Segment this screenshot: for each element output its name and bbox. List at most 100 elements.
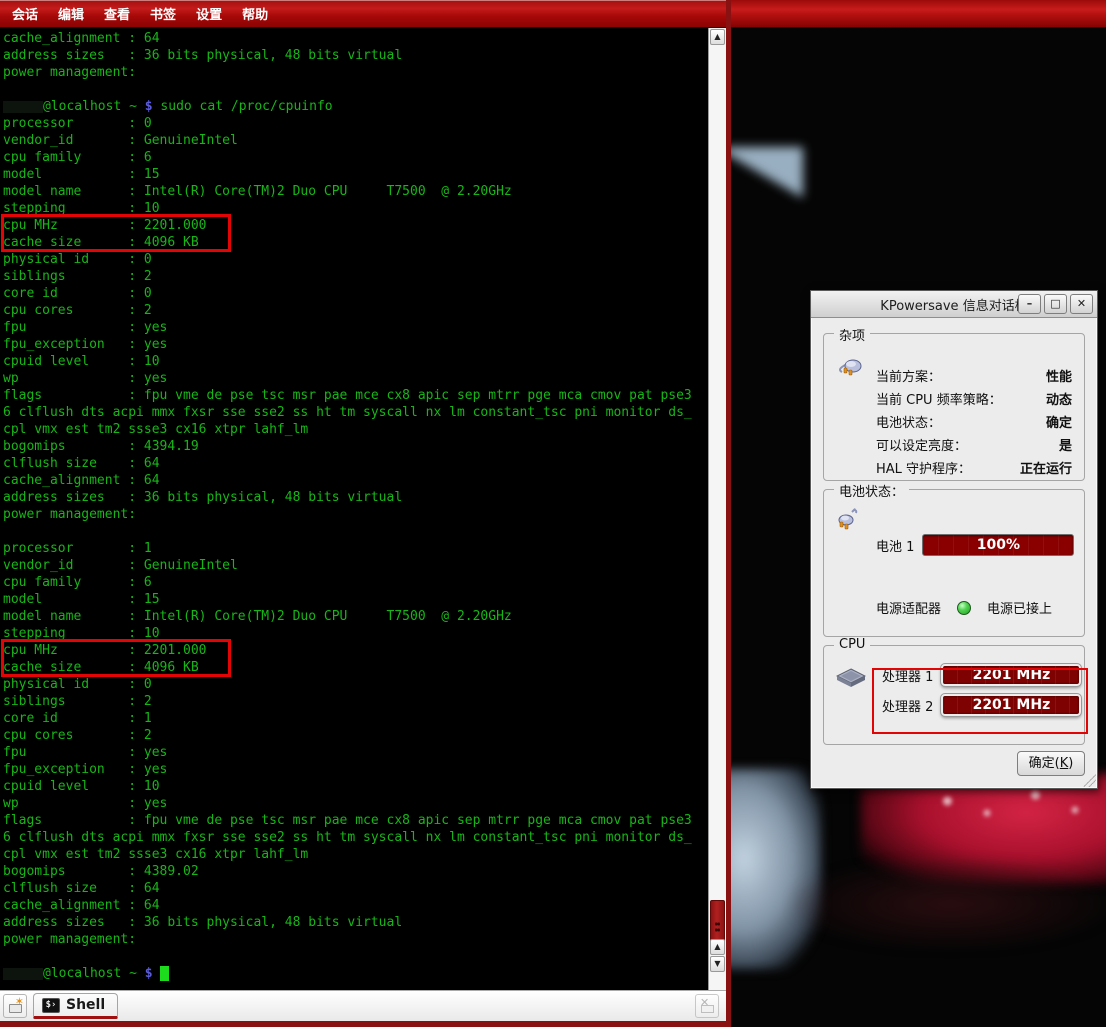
- terminal-line: [3, 948, 708, 965]
- tab-shell[interactable]: $› Shell: [33, 993, 118, 1019]
- terminal-line: cpuid level : 10: [3, 778, 708, 795]
- misc-row: 可以设定亮度： 是: [876, 433, 1072, 456]
- ok-label-close: ): [1068, 756, 1073, 771]
- ok-button[interactable]: 确定(K): [1017, 751, 1085, 776]
- terminal-line: 6 clflush dts acpi mmx fxsr sse sse2 ss …: [3, 404, 708, 421]
- terminal-line: siblings : 2: [3, 268, 708, 285]
- terminal-area: cache_alignment : 64address sizes : 36 b…: [0, 28, 726, 990]
- terminal-line: model : 15: [3, 591, 708, 608]
- processor-frequency-bar: 2201 MHz: [941, 694, 1081, 716]
- terminal-line: cpuid level : 10: [3, 353, 708, 370]
- menu-item[interactable]: 书签: [150, 4, 176, 23]
- terminal-line: fpu_exception : yes: [3, 336, 708, 353]
- terminal-line: siblings : 2: [3, 693, 708, 710]
- misc-row-label: 当前 CPU 频率策略：: [876, 389, 1002, 408]
- misc-groupbox: 杂项 当前方案：性能当前 CPU 频率策略：动态电池状态：确定可以设定亮度：是H…: [823, 333, 1085, 481]
- terminal-cursor: [160, 966, 169, 981]
- terminal-line: power management:: [3, 64, 708, 81]
- battery-plug-icon: [836, 508, 860, 534]
- terminal-line: cpu cores : 2: [3, 727, 708, 744]
- processor-label: 处理器 2: [882, 696, 933, 715]
- terminal-line: cpu family : 6: [3, 149, 708, 166]
- misc-row-value: 确定: [1046, 412, 1072, 431]
- menu-item[interactable]: 帮助: [242, 4, 268, 23]
- close-session-button[interactable]: ✕: [695, 994, 719, 1018]
- misc-row-label: 当前方案：: [876, 366, 941, 385]
- desktop: 会话编辑查看书签设置帮助 cache_alignment : 64address…: [0, 0, 1106, 1027]
- terminal-line: cache size : 4096 KB: [3, 234, 708, 251]
- menu-item[interactable]: 编辑: [58, 4, 84, 23]
- terminal-line: vendor_id : GenuineIntel: [3, 132, 708, 149]
- terminal-line: address sizes : 36 bits physical, 48 bit…: [3, 914, 708, 931]
- terminal-line: bogomips : 4389.02: [3, 863, 708, 880]
- scroll-up-icon[interactable]: ▲: [710, 29, 725, 45]
- terminal-icon: $›: [42, 998, 60, 1013]
- terminal-line: model name : Intel(R) Core(TM)2 Duo CPU …: [3, 608, 708, 625]
- misc-row-label: 电池状态：: [876, 412, 941, 431]
- terminal-line: power management:: [3, 931, 708, 948]
- battery-group-label: 电池状态：: [834, 481, 909, 500]
- menu-item[interactable]: 查看: [104, 4, 130, 23]
- close-button[interactable]: ✕: [1070, 294, 1093, 314]
- terminal-line: cache_alignment : 64: [3, 472, 708, 489]
- terminal-line: physical id : 0: [3, 676, 708, 693]
- cpu-row: 处理器 2 2201 MHz: [882, 694, 1081, 716]
- scroll-down-icon[interactable]: ▼: [710, 956, 725, 972]
- battery-groupbox: 电池状态： 电池 1 100% 电源适配器 电源已接上: [823, 489, 1085, 637]
- terminal-line: cpu MHz : 2201.000: [3, 217, 708, 234]
- terminal-line: core id : 0: [3, 285, 708, 302]
- terminal-line: cpl vmx est tm2 ssse3 cx16 xtpr lahf_lm: [3, 846, 708, 863]
- cpu-group-label: CPU: [834, 637, 870, 652]
- menu-item[interactable]: 设置: [196, 4, 222, 23]
- new-session-star-icon: ✶: [15, 995, 24, 1008]
- adapter-led-icon: [957, 601, 971, 615]
- terminal-line: address sizes : 36 bits physical, 48 bit…: [3, 489, 708, 506]
- dialog-titlebar[interactable]: KPowersave 信息对话框 – □ ✕: [811, 291, 1097, 318]
- terminal-line: cpu family : 6: [3, 574, 708, 591]
- ok-accesskey: K: [1060, 756, 1069, 771]
- ok-label: 确定(: [1029, 756, 1060, 771]
- scroll-up-icon[interactable]: ▲: [710, 939, 725, 955]
- tab-shell-label: Shell: [66, 997, 105, 1013]
- terminal-line: wp : yes: [3, 370, 708, 387]
- new-session-button[interactable]: ✶: [3, 994, 27, 1018]
- misc-row-value: 是: [1059, 435, 1072, 454]
- menu-item[interactable]: 会话: [12, 4, 38, 23]
- terminal-line: cache_alignment : 64: [3, 30, 708, 47]
- misc-row: 当前 CPU 频率策略： 动态: [876, 387, 1072, 410]
- cpu-groupbox: CPU 处理器 12201 MHz处理器 22201 MHz: [823, 645, 1085, 745]
- terminal-line: stepping : 10: [3, 200, 708, 217]
- command-text: sudo cat /proc/cpuinfo: [160, 99, 332, 114]
- misc-row-value: 动态: [1046, 389, 1072, 408]
- misc-row: HAL 守护程序：正在运行: [876, 456, 1072, 479]
- terminal-line: cache size : 4096 KB: [3, 659, 708, 676]
- terminal-line: model name : Intel(R) Core(TM)2 Duo CPU …: [3, 183, 708, 200]
- terminal-line: model : 15: [3, 166, 708, 183]
- minimize-button[interactable]: –: [1018, 294, 1041, 314]
- terminal-line: physical id : 0: [3, 251, 708, 268]
- terminal-line: [3, 523, 708, 540]
- terminal-line: 6 clflush dts acpi mmx fxsr sse sse2 ss …: [3, 829, 708, 846]
- misc-row-value: 性能: [1046, 366, 1072, 385]
- terminal-line: [3, 81, 708, 98]
- terminal-line: power management:: [3, 506, 708, 523]
- scrollbar[interactable]: ▲ ▲ ▼: [708, 28, 726, 990]
- tab-bar: ✶ $› Shell ✕: [0, 990, 726, 1021]
- terminal-line: fpu : yes: [3, 744, 708, 761]
- terminal-line: cache_alignment : 64: [3, 897, 708, 914]
- terminal-output[interactable]: cache_alignment : 64address sizes : 36 b…: [0, 28, 708, 990]
- misc-row-label: 可以设定亮度：: [876, 435, 967, 454]
- terminal-line: core id : 1: [3, 710, 708, 727]
- close-session-x-icon: ✕: [700, 996, 709, 1009]
- maximize-button[interactable]: □: [1044, 294, 1067, 314]
- terminal-line: address sizes : 36 bits physical, 48 bit…: [3, 47, 708, 64]
- resize-grip[interactable]: [1083, 774, 1096, 787]
- terminal-line: cpu MHz : 2201.000: [3, 642, 708, 659]
- power-plug-icon: [836, 352, 864, 380]
- misc-row-value: 正在运行: [1020, 458, 1072, 477]
- misc-row: 电池状态： 确定: [876, 410, 1072, 433]
- cpu-chip-icon: [836, 668, 866, 692]
- terminal-line: @localhost ~ $: [3, 965, 708, 982]
- cpu-rows: 处理器 12201 MHz处理器 22201 MHz: [882, 664, 1081, 724]
- redacted-username: [3, 101, 43, 113]
